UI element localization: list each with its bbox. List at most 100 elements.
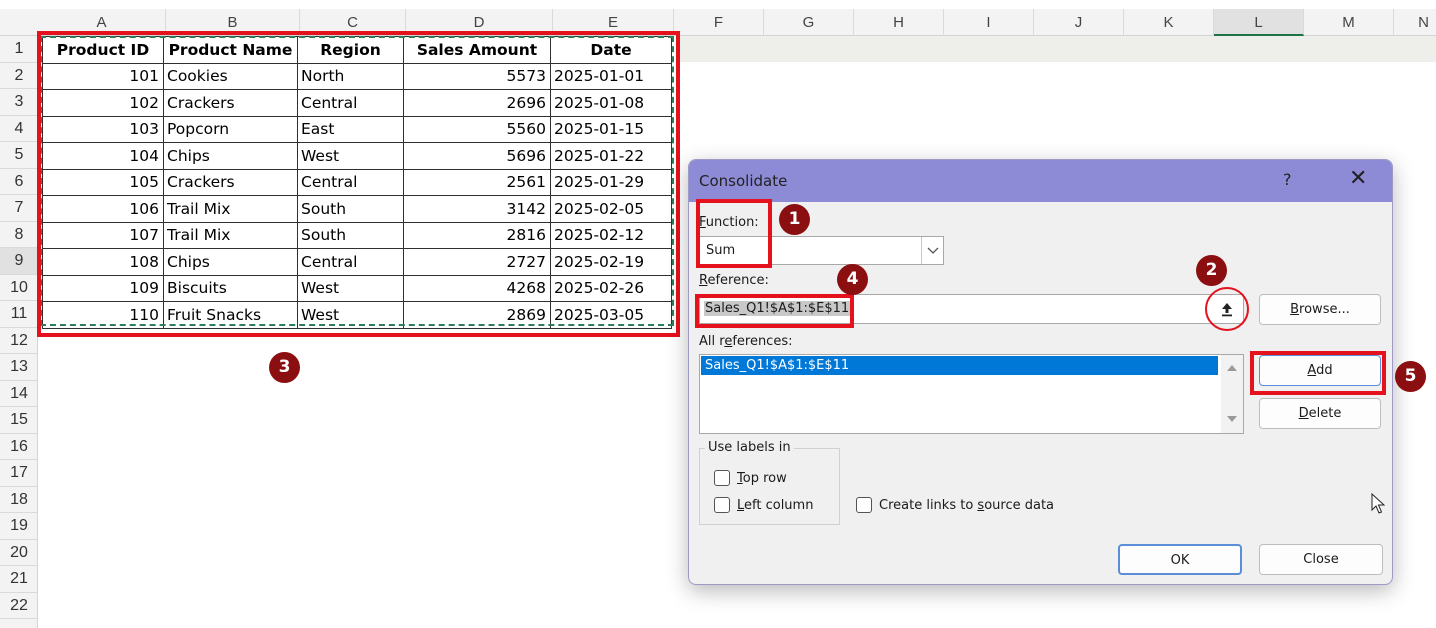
header-cell[interactable]: Product ID <box>42 36 164 64</box>
table-cell[interactable]: 106 <box>42 195 164 223</box>
column-header-f[interactable]: F <box>674 9 764 36</box>
table-cell[interactable]: 105 <box>42 168 164 196</box>
column-header-k[interactable]: K <box>1124 9 1214 36</box>
column-header-l[interactable]: L <box>1214 9 1304 36</box>
row-header-11[interactable]: 11 <box>0 301 38 328</box>
table-cell[interactable]: Popcorn <box>163 115 298 143</box>
list-scrollbar[interactable] <box>1221 355 1243 433</box>
column-header-i[interactable]: I <box>944 9 1034 36</box>
table-cell[interactable]: 2025-01-29 <box>550 168 672 196</box>
row-header-2[interactable]: 2 <box>0 63 38 89</box>
table-cell[interactable]: 2696 <box>403 89 551 117</box>
header-cell[interactable]: Product Name <box>163 36 298 64</box>
table-cell[interactable]: 103 <box>42 115 164 143</box>
row-header-15[interactable]: 15 <box>0 407 38 434</box>
header-cell[interactable]: Sales Amount <box>403 36 551 64</box>
column-header-b[interactable]: B <box>166 9 300 36</box>
column-header-d[interactable]: D <box>406 9 553 36</box>
table-cell[interactable]: 110 <box>42 301 164 329</box>
table-cell[interactable]: 2727 <box>403 248 551 276</box>
table-cell[interactable]: Chips <box>163 248 298 276</box>
table-cell[interactable]: 2025-01-01 <box>550 62 672 90</box>
row-header-17[interactable]: 17 <box>0 460 38 487</box>
row-header-1[interactable]: 1 <box>0 36 38 63</box>
close-icon[interactable]: ✕ <box>1349 166 1367 191</box>
table-cell[interactable]: Biscuits <box>163 274 298 302</box>
table-cell[interactable]: South <box>297 195 404 223</box>
table-cell[interactable]: Chips <box>163 142 298 170</box>
table-cell[interactable]: 2025-01-15 <box>550 115 672 143</box>
reference-input[interactable]: Sales_Q1!$A$1:$E$11 <box>699 294 1244 324</box>
table-cell[interactable]: 2025-01-08 <box>550 89 672 117</box>
row-header-6[interactable]: 6 <box>0 169 38 195</box>
row-header-16[interactable]: 16 <box>0 434 38 460</box>
table-cell[interactable]: 2025-02-26 <box>550 274 672 302</box>
list-item[interactable]: Sales_Q1!$A$1:$E$11 <box>701 356 1218 375</box>
column-header-n[interactable]: N <box>1394 9 1436 36</box>
table-cell[interactable]: West <box>297 301 404 329</box>
create-links-checkbox[interactable] <box>856 497 872 513</box>
left-column-label[interactable]: Left column <box>737 498 813 513</box>
row-header-19[interactable]: 19 <box>0 513 38 540</box>
table-cell[interactable]: West <box>297 274 404 302</box>
table-cell[interactable]: 2816 <box>403 221 551 249</box>
table-cell[interactable]: 109 <box>42 274 164 302</box>
ok-button[interactable]: OK <box>1118 544 1242 575</box>
row-header-3[interactable]: 3 <box>0 89 38 116</box>
table-cell[interactable]: 2025-01-22 <box>550 142 672 170</box>
table-cell[interactable]: Central <box>297 168 404 196</box>
row-header-4[interactable]: 4 <box>0 116 38 142</box>
table-cell[interactable]: 4268 <box>403 274 551 302</box>
add-button[interactable]: Add <box>1259 355 1381 386</box>
table-cell[interactable]: 2025-02-19 <box>550 248 672 276</box>
table-cell[interactable]: 102 <box>42 89 164 117</box>
row-header-10[interactable]: 10 <box>0 275 38 301</box>
table-cell[interactable]: Fruit Snacks <box>163 301 298 329</box>
left-column-checkbox[interactable] <box>714 497 730 513</box>
column-header-j[interactable]: J <box>1034 9 1124 36</box>
help-button[interactable]: ? <box>1283 170 1292 189</box>
table-cell[interactable]: 2025-03-05 <box>550 301 672 329</box>
create-links-label[interactable]: Create links to source data <box>879 498 1054 513</box>
row-header-8[interactable]: 8 <box>0 222 38 248</box>
table-cell[interactable]: 2869 <box>403 301 551 329</box>
all-references-list[interactable]: Sales_Q1!$A$1:$E$11 <box>699 354 1244 434</box>
table-cell[interactable]: 5560 <box>403 115 551 143</box>
row-header-9[interactable]: 9 <box>0 248 38 275</box>
table-cell[interactable]: 2561 <box>403 168 551 196</box>
top-row-checkbox[interactable] <box>714 470 730 486</box>
table-cell[interactable]: North <box>297 62 404 90</box>
table-cell[interactable]: 108 <box>42 248 164 276</box>
table-cell[interactable]: Central <box>297 89 404 117</box>
browse-button[interactable]: Browse... <box>1259 294 1381 325</box>
table-cell[interactable]: 5696 <box>403 142 551 170</box>
header-cell[interactable]: Date <box>550 36 672 64</box>
table-cell[interactable]: 104 <box>42 142 164 170</box>
table-cell[interactable]: South <box>297 221 404 249</box>
table-cell[interactable]: Trail Mix <box>163 221 298 249</box>
row-header-20[interactable]: 20 <box>0 540 38 566</box>
table-cell[interactable]: Trail Mix <box>163 195 298 223</box>
table-cell[interactable]: East <box>297 115 404 143</box>
table-cell[interactable]: Crackers <box>163 168 298 196</box>
column-header-e[interactable]: E <box>553 9 674 36</box>
table-cell[interactable]: West <box>297 142 404 170</box>
close-button[interactable]: Close <box>1259 544 1383 575</box>
row-header-12[interactable]: 12 <box>0 328 38 354</box>
row-header-21[interactable]: 21 <box>0 566 38 593</box>
table-cell[interactable]: Cookies <box>163 62 298 90</box>
column-header-m[interactable]: M <box>1304 9 1394 36</box>
table-cell[interactable]: 107 <box>42 221 164 249</box>
table-cell[interactable]: 2025-02-12 <box>550 221 672 249</box>
table-cell[interactable]: 5573 <box>403 62 551 90</box>
table-cell[interactable]: Crackers <box>163 89 298 117</box>
row-header-14[interactable]: 14 <box>0 381 38 407</box>
row-header-18[interactable]: 18 <box>0 487 38 513</box>
table-cell[interactable]: 2025-02-05 <box>550 195 672 223</box>
top-row-label[interactable]: Top row <box>737 471 787 486</box>
table-cell[interactable]: 101 <box>42 62 164 90</box>
row-header-5[interactable]: 5 <box>0 142 38 169</box>
table-cell[interactable]: 3142 <box>403 195 551 223</box>
column-header-h[interactable]: H <box>854 9 944 36</box>
table-cell[interactable]: Central <box>297 248 404 276</box>
